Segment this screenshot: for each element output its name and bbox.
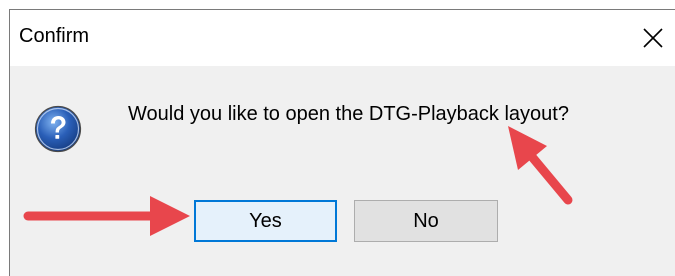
dialog-title: Confirm (19, 25, 90, 47)
yes-button[interactable]: Yes (194, 200, 337, 242)
question-icon (34, 105, 82, 153)
dialog-message: Would you like to open the DTG-Playback … (128, 103, 569, 125)
title-bar: Confirm (10, 10, 675, 66)
no-button[interactable]: No (354, 200, 498, 242)
close-button[interactable] (631, 10, 675, 66)
yes-button-label: Yes (249, 209, 282, 232)
no-button-label: No (413, 209, 439, 232)
close-icon (643, 28, 663, 48)
confirm-dialog: Confirm Would you like to open the DTG-P… (9, 9, 675, 276)
